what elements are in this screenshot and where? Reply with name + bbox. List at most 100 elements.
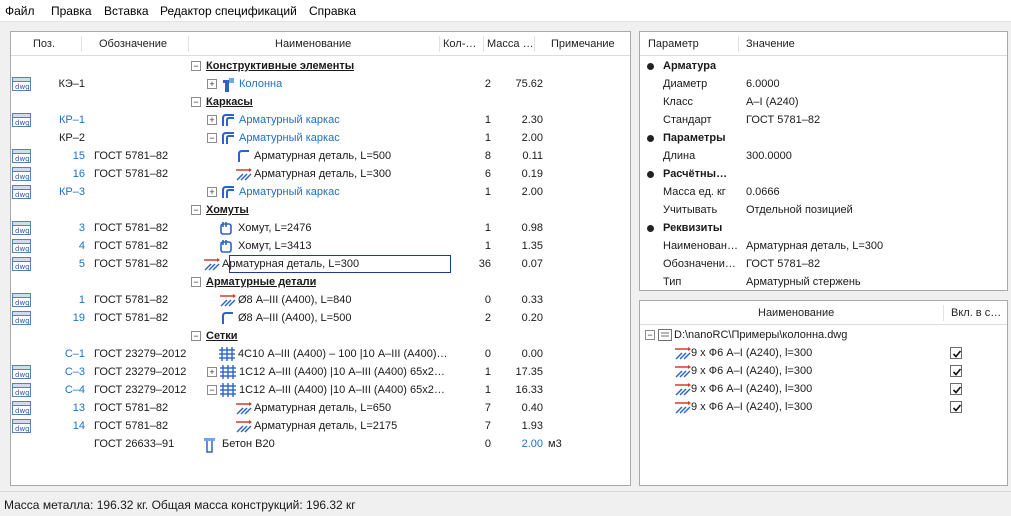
property-value[interactable]: ГОСТ 5781–82 [746,255,820,273]
property-row[interactable]: Длина 300.0000 [640,147,1007,165]
dwg-icon[interactable]: dwg [12,113,31,127]
table-row[interactable]: dwg 1 ГОСТ 5781–82 Ø8 А–III (А400), L=840 0 0… [11,291,629,309]
include-checkbox[interactable] [950,401,962,413]
file-item[interactable]: 9 x Ф6 А–I (А240), l=300 [640,380,1007,398]
dwg-icon[interactable]: dwg [12,419,31,433]
table-row[interactable]: dwg 3 ГОСТ 5781–82 Хомут, L=2476 1 0.98 [11,219,629,237]
menu-help[interactable]: Справка [309,4,356,18]
dwg-icon[interactable]: dwg [12,365,31,379]
group-bullet-icon[interactable] [647,171,654,178]
property-group[interactable]: Параметры [640,129,1007,147]
file-item[interactable]: 9 x Ф6 А–I (А240), l=300 [640,344,1007,362]
property-row[interactable]: Диаметр 6.0000 [640,75,1007,93]
property-row[interactable]: Наименован… Арматурная деталь, L=300 [640,237,1007,255]
column-separator[interactable] [943,305,944,321]
table-row[interactable]: dwg 16 ГОСТ 5781–82 Арматурная деталь, L=30… [11,165,629,183]
collapse-icon[interactable]: − [191,97,201,107]
column-separator[interactable] [738,36,739,52]
property-value[interactable]: 6.0000 [746,75,780,93]
menu-file[interactable]: Файл [5,4,35,18]
name-cell[interactable]: Арматурный каркас [239,129,340,147]
group-bullet-icon[interactable] [647,135,654,142]
table-row[interactable]: dwg С–4 ГОСТ 23279–2012 − 1С12 А–III (А400) … [11,381,629,399]
section-row[interactable]: − Сетки [11,327,629,345]
dwg-icon[interactable]: dwg [12,167,31,181]
property-row[interactable]: Обозначени… ГОСТ 5781–82 [640,255,1007,273]
name-cell[interactable]: Арматурный каркас [239,183,340,201]
property-value[interactable]: ГОСТ 5781–82 [746,111,820,129]
column-header-file-name[interactable]: Наименование [758,301,834,325]
column-header-mass[interactable]: Масса … [487,32,534,56]
menu-insert[interactable]: Вставка [104,4,149,18]
dwg-icon[interactable]: dwg [12,149,31,163]
collapse-icon[interactable]: − [191,61,201,71]
property-value[interactable]: 0.0666 [746,183,780,201]
property-value[interactable]: Отдельной позицией [746,201,853,219]
collapse-icon[interactable]: − [207,385,217,395]
table-row[interactable]: ГОСТ 26633–91 Бетон В20 0 2.00 м3 [11,435,629,453]
collapse-icon[interactable]: − [191,277,201,287]
name-cell[interactable]: Арматурный каркас [239,111,340,129]
column-header-designation[interactable]: Обозначение [99,32,167,56]
table-row[interactable]: dwg КР–1 + Арматурный каркас 1 2.30 [11,111,629,129]
column-separator[interactable] [483,36,484,52]
dwg-icon[interactable]: dwg [12,311,31,325]
table-row[interactable]: dwg 13 ГОСТ 5781–82 Арматурная деталь, L=65… [11,399,629,417]
column-separator[interactable] [439,36,440,52]
property-value[interactable]: А–I (А240) [746,93,799,111]
collapse-icon[interactable]: − [191,205,201,215]
include-checkbox[interactable] [950,347,962,359]
menu-edit[interactable]: Правка [51,4,92,18]
property-value[interactable]: Арматурная деталь, L=300 [746,237,883,255]
table-row[interactable]: КР–2 − Арматурный каркас 1 2.00 [11,129,629,147]
section-row[interactable]: − Конструктивные элементы [11,57,629,75]
menu-spec-editor[interactable]: Редактор спецификаций [160,4,297,18]
file-tree-root[interactable]: − D:\nanoRC\Примеры\колонна.dwg [640,326,1007,344]
dwg-icon[interactable]: dwg [12,221,31,235]
column-header-include[interactable]: Вкл. в с… [951,301,1007,325]
property-row[interactable]: Учитывать Отдельной позицией [640,201,1007,219]
property-row[interactable]: Масса ед. кг 0.0666 [640,183,1007,201]
section-row[interactable]: − Арматурные детали [11,273,629,291]
table-row[interactable]: dwg 14 ГОСТ 5781–82 Арматурная деталь, L=21… [11,417,629,435]
dwg-icon[interactable]: dwg [12,239,31,253]
file-item[interactable]: 9 x Ф6 А–I (А240), l=300 [640,398,1007,416]
property-row[interactable]: Класс А–I (А240) [640,93,1007,111]
dwg-icon[interactable]: dwg [12,293,31,307]
table-row[interactable]: С–1 ГОСТ 23279–2012 4С10 А–III (А400) – 10… [11,345,629,363]
table-row[interactable]: dwg 4 ГОСТ 5781–82 Хомут, L=3413 1 1.35 [11,237,629,255]
table-row[interactable]: dwg КЭ–1 + Колонна 2 75.62 [11,75,629,93]
column-header-qty[interactable]: Кол-… [443,32,476,56]
column-header-parameter[interactable]: Параметр [648,32,699,56]
column-separator[interactable] [534,36,535,52]
name-cell[interactable]: Колонна [239,75,282,93]
property-group[interactable]: Расчётны… [640,165,1007,183]
property-value[interactable]: Арматурный стержень [746,273,861,290]
column-separator[interactable] [188,36,189,52]
collapse-icon[interactable]: − [207,133,217,143]
expand-icon[interactable]: + [207,115,217,125]
expand-icon[interactable]: + [207,367,217,377]
property-value[interactable]: 300.0000 [746,147,792,165]
property-row[interactable]: Стандарт ГОСТ 5781–82 [640,111,1007,129]
dwg-icon[interactable]: dwg [12,383,31,397]
group-bullet-icon[interactable] [647,225,654,232]
expand-icon[interactable]: + [207,79,217,89]
table-row[interactable]: dwg С–3 ГОСТ 23279–2012 +1С12 А–III (А400) … [11,363,629,381]
table-row[interactable]: dwg 19 ГОСТ 5781–82 Ø8 А–III (А400), L=500 2… [11,309,629,327]
dwg-icon[interactable]: dwg [12,77,31,91]
dwg-icon[interactable]: dwg [12,401,31,415]
dwg-icon[interactable]: dwg [12,185,31,199]
include-checkbox[interactable] [950,365,962,377]
column-header-note[interactable]: Примечание [551,32,615,56]
column-header-pos[interactable]: Поз. [33,32,55,56]
table-row[interactable]: dwg КР–3 + Арматурный каркас 1 2.00 [11,183,629,201]
collapse-icon[interactable]: − [645,330,655,340]
property-group[interactable]: Реквизиты [640,219,1007,237]
section-row[interactable]: − Хомуты [11,201,629,219]
include-checkbox[interactable] [950,383,962,395]
table-row[interactable]: dwg 5 ГОСТ 5781–82 Арматурная деталь, L=300… [11,255,629,273]
column-header-name[interactable]: Наименование [275,32,351,56]
dwg-icon[interactable]: dwg [12,257,31,271]
table-row[interactable]: dwg 15 ГОСТ 5781–82 Арматурная деталь, L=50… [11,147,629,165]
